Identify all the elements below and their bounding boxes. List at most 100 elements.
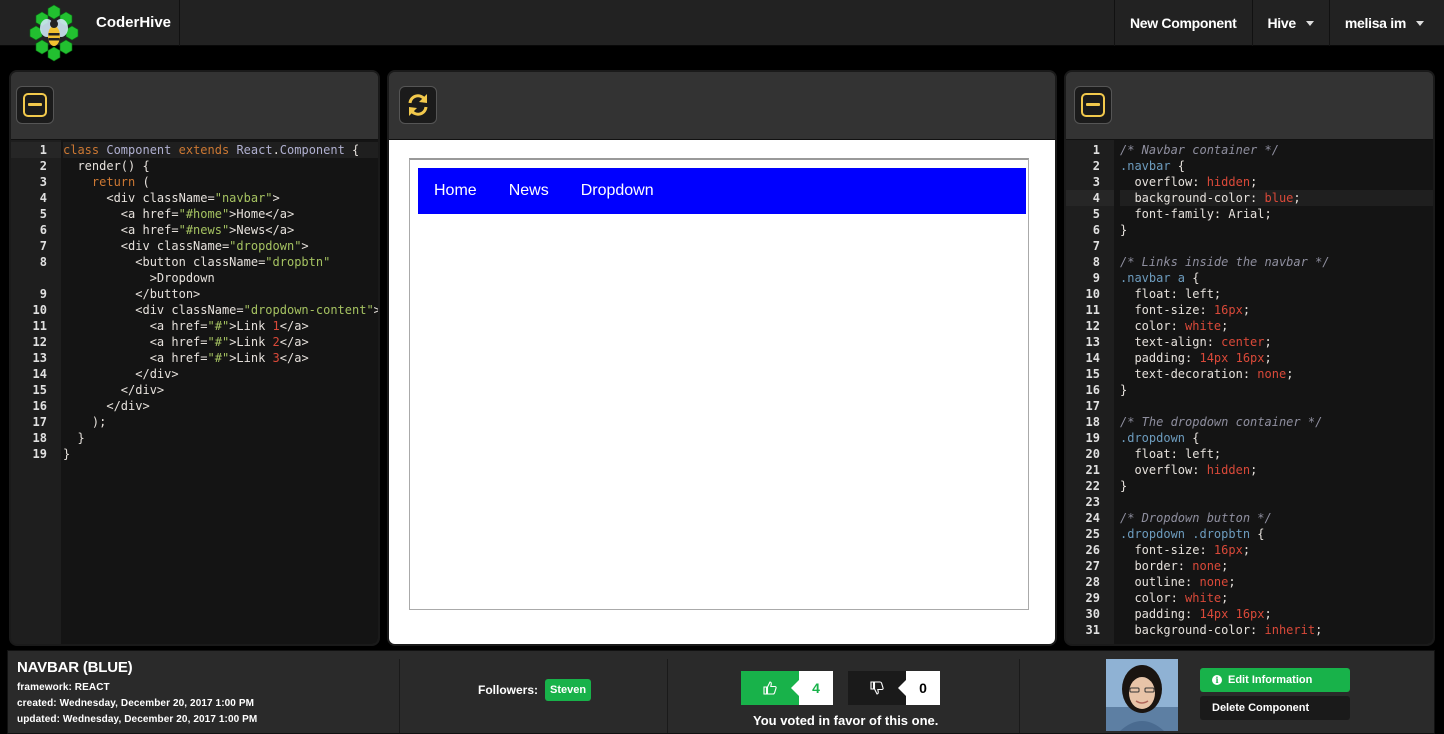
css-panel-header xyxy=(1066,72,1433,140)
code-line: ); xyxy=(63,415,107,429)
line-number: 15 xyxy=(1085,367,1100,381)
code-line: background-color: blue; xyxy=(1120,190,1433,206)
user-dropdown[interactable]: melisa im xyxy=(1328,0,1444,46)
refresh-icon xyxy=(408,94,428,116)
code-line: } xyxy=(63,447,71,461)
updated-label: updated: xyxy=(17,714,61,725)
line-number: 2 xyxy=(39,159,47,173)
code-line: } xyxy=(1120,223,1128,237)
jsx-code[interactable]: class Component extends React.Component … xyxy=(63,140,378,644)
code-line: <a href="#">Link 3</a> xyxy=(63,351,309,365)
code-line: <div className="dropdown"> xyxy=(63,239,309,253)
refresh-preview-button[interactable] xyxy=(399,86,437,124)
line-number: 11 xyxy=(32,319,47,333)
code-line: >Dropdown xyxy=(63,271,215,285)
code-line: </button> xyxy=(63,287,201,301)
hive-dropdown[interactable]: Hive xyxy=(1251,0,1329,46)
line-number: 10 xyxy=(1085,287,1100,301)
author-avatar[interactable] xyxy=(1106,659,1178,731)
code-line: <div className="navbar"> xyxy=(63,191,280,205)
framework-row: framework: REACT xyxy=(17,682,399,693)
line-number: 15 xyxy=(32,383,47,397)
demo-dropdown-button[interactable]: Dropdown xyxy=(565,168,670,214)
upvote-group[interactable]: 4 xyxy=(741,671,833,705)
line-number: 19 xyxy=(1085,431,1100,445)
line-number: 17 xyxy=(32,415,47,429)
line-number xyxy=(11,270,61,286)
edit-information-label: Edit Information xyxy=(1228,674,1313,686)
collapse-jsx-button[interactable] xyxy=(16,86,54,124)
follower-badge[interactable]: Steven xyxy=(545,679,592,701)
line-number: 16 xyxy=(32,399,47,413)
downvote-group[interactable]: 0 xyxy=(848,671,940,705)
code-line: /* Links inside the navbar */ xyxy=(1120,255,1330,269)
code-line: float: left; xyxy=(1120,287,1222,301)
line-number: 7 xyxy=(39,239,47,253)
code-line: render() { xyxy=(63,159,150,173)
framework-label: framework: xyxy=(17,682,72,693)
preview-frame: Home News Dropdown xyxy=(409,158,1029,610)
updated-value: Wednesday, December 20, 2017 1:00 PM xyxy=(62,714,258,725)
line-number: 11 xyxy=(1085,303,1100,317)
user-dropdown-label: melisa im xyxy=(1344,15,1406,31)
line-number: 17 xyxy=(1085,399,1100,413)
line-number: 25 xyxy=(1085,527,1100,541)
code-line: /* The dropdown container */ xyxy=(1120,415,1323,429)
top-navbar: CoderHive New Component Hive melisa im xyxy=(0,0,1444,62)
line-number: 5 xyxy=(1092,207,1100,221)
line-number: 4 xyxy=(1066,190,1114,206)
code-line: </div> xyxy=(63,367,179,381)
line-number: 14 xyxy=(32,367,47,381)
brand-name[interactable]: CoderHive xyxy=(80,0,180,46)
code-line: } xyxy=(1120,479,1128,493)
code-line: font-size: 16px; xyxy=(1120,543,1251,557)
downvote-count: 0 xyxy=(898,671,940,705)
line-number: 8 xyxy=(1092,255,1100,269)
line-number: 9 xyxy=(1092,271,1100,285)
component-details: NAVBAR (BLUE) framework: REACT created: … xyxy=(8,659,400,733)
created-row: created: Wednesday, December 20, 2017 1:… xyxy=(17,698,399,709)
line-number: 30 xyxy=(1085,607,1100,621)
vote-message: You voted in favor of this one. xyxy=(753,713,939,728)
demo-link-news[interactable]: News xyxy=(493,168,565,214)
code-line: } xyxy=(63,431,85,445)
minimize-icon xyxy=(1081,93,1105,117)
jsx-code-editor[interactable]: 1 2 3 4 5 6 7 8 9 10 11 12 13 14 15 16 1… xyxy=(11,140,378,644)
code-line: background-color: inherit; xyxy=(1120,623,1323,637)
line-number: 31 xyxy=(1085,623,1100,637)
css-code[interactable]: /* Navbar container */ .navbar { overflo… xyxy=(1120,140,1433,644)
code-line: float: left; xyxy=(1120,447,1222,461)
line-number: 1 xyxy=(1092,143,1100,157)
code-line: color: white; xyxy=(1120,591,1229,605)
line-number: 12 xyxy=(32,335,47,349)
delete-component-button[interactable]: Delete Component xyxy=(1200,696,1350,720)
line-number: 20 xyxy=(1085,447,1100,461)
line-number: 29 xyxy=(1085,591,1100,605)
info-icon: i xyxy=(1212,675,1222,685)
collapse-css-button[interactable] xyxy=(1074,86,1112,124)
css-code-editor[interactable]: 1 2 3 4 5 6 7 8 9 10 11 12 13 14 15 16 1… xyxy=(1066,140,1433,644)
code-line: </div> xyxy=(63,399,150,413)
code-line: .navbar a { xyxy=(1120,271,1200,285)
hive-logo-icon[interactable] xyxy=(24,3,84,63)
line-number: 27 xyxy=(1085,559,1100,573)
chevron-down-icon xyxy=(1416,20,1424,26)
edit-information-button[interactable]: i Edit Information xyxy=(1200,668,1350,692)
preview-area: Home News Dropdown xyxy=(389,140,1055,644)
line-number: 12 xyxy=(1085,319,1100,333)
line-number: 2 xyxy=(1092,159,1100,173)
preview-panel-header xyxy=(389,72,1055,140)
line-number: 14 xyxy=(1085,351,1100,365)
new-component-link[interactable]: New Component xyxy=(1113,0,1252,46)
line-number: 3 xyxy=(1092,175,1100,189)
demo-link-home[interactable]: Home xyxy=(418,168,493,214)
line-number: 26 xyxy=(1085,543,1100,557)
jsx-editor-panel: 1 2 3 4 5 6 7 8 9 10 11 12 13 14 15 16 1… xyxy=(9,70,380,646)
created-label: created: xyxy=(17,698,57,709)
line-number: 5 xyxy=(39,207,47,221)
jsx-panel-header xyxy=(11,72,378,140)
code-line: font-family: Arial; xyxy=(1120,207,1272,221)
code-line: overflow: hidden; xyxy=(1120,175,1258,189)
